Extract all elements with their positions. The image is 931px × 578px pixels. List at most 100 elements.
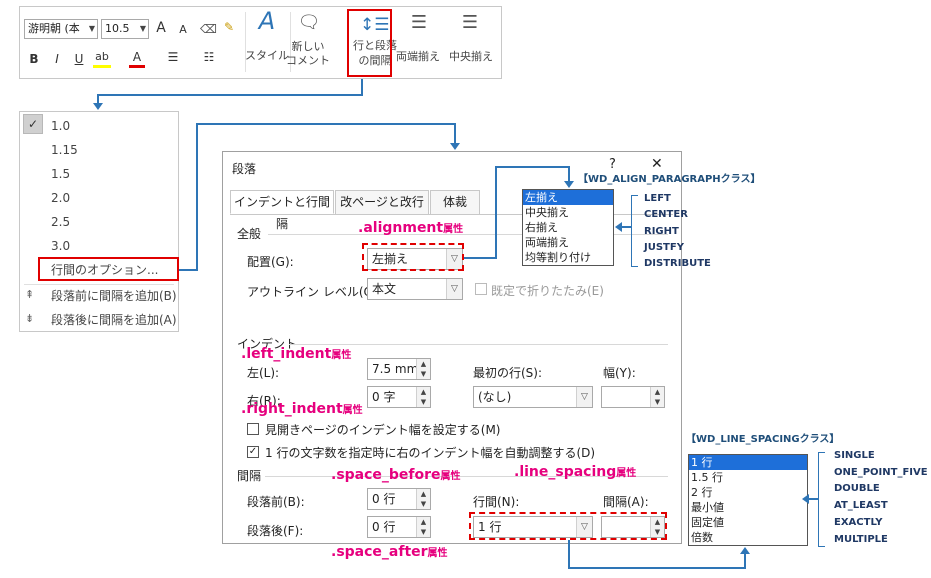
spacing-section-title: 間隔 xyxy=(237,469,262,483)
left-indent-label: 左(L): xyxy=(247,366,280,380)
first-line-label: 最初の行(S): xyxy=(473,366,543,380)
spacing-option-1-5[interactable]: 1.5 行 xyxy=(689,470,807,485)
outline-level-select[interactable]: 本文 ▽ xyxy=(367,278,463,300)
first-line-value: (なし) xyxy=(478,390,512,404)
space-before-value: 0 行 xyxy=(372,492,396,506)
spinner[interactable]: ▲ ▼ xyxy=(416,489,430,509)
at-label: 間隔(A): xyxy=(603,495,649,509)
align-enum-title: 【WD_ALIGN_PARAGRAPHクラス】 xyxy=(578,174,761,185)
bullet-list-icon[interactable]: ☰ xyxy=(164,49,182,65)
format-painter-icon[interactable]: ✎ xyxy=(221,19,237,35)
collapse-label: 既定で折りたたみ(E) xyxy=(491,284,604,298)
enum-double: DOUBLE xyxy=(834,483,880,494)
spinner[interactable]: ▲ ▼ xyxy=(416,517,430,537)
enum-left: LEFT xyxy=(644,193,671,204)
connector-line xyxy=(495,166,497,259)
menu-item-1-5[interactable]: 1.5 xyxy=(20,162,178,186)
enum-one-point-five: ONE_POINT_FIVE xyxy=(834,467,928,478)
justify-icon[interactable]: ☰ xyxy=(405,14,433,32)
first-line-width-input[interactable]: ▲ ▼ xyxy=(601,386,665,408)
collapse-checkbox[interactable] xyxy=(475,283,487,295)
new-comment-label: 新しい コメント xyxy=(286,40,330,67)
dialog-title: 段落 xyxy=(232,162,257,176)
right-indent-value: 0 字 xyxy=(372,390,396,404)
grow-font-button[interactable]: A xyxy=(154,20,168,36)
styles-label: スタイル xyxy=(245,49,289,62)
menu-item-1-0[interactable]: 1.0 xyxy=(20,114,178,138)
alignment-list: 左揃え 中央揃え 右揃え 両端揃え 均等割り付け xyxy=(522,189,614,266)
enum-at-least: AT_LEAST xyxy=(834,500,888,511)
options-highlight xyxy=(38,257,179,281)
space-after-value: 0 行 xyxy=(372,520,396,534)
enum-center: CENTER xyxy=(644,209,688,220)
spacing-option-multiple[interactable]: 倍数 xyxy=(689,530,807,545)
spacing-enum-title: 【WD_LINE_SPACINGクラス】 xyxy=(686,434,840,445)
align-option-center[interactable]: 中央揃え xyxy=(523,205,613,220)
spacing-option-at-least[interactable]: 最小値 xyxy=(689,500,807,515)
enum-right: RIGHT xyxy=(644,226,679,237)
center-align-icon[interactable]: ☰ xyxy=(456,14,484,32)
general-section-title: 全般 xyxy=(237,227,262,241)
connector-line xyxy=(744,553,746,569)
align-option-justify[interactable]: 両端揃え xyxy=(523,235,613,250)
menu-item-2-5[interactable]: 2.5 xyxy=(20,210,178,234)
styles-icon[interactable]: A xyxy=(250,9,284,33)
line-spacing-list: 1 行 1.5 行 2 行 最小値 固定値 倍数 xyxy=(688,454,808,546)
enum-exactly: EXACTLY xyxy=(834,517,883,528)
align-option-right[interactable]: 右揃え xyxy=(523,220,613,235)
menu-item-1-15[interactable]: 1.15 xyxy=(20,138,178,162)
font-size-combo[interactable]: 10.5 ▼ xyxy=(101,19,149,39)
mirror-indent-checkbox[interactable] xyxy=(247,423,259,435)
auto-adjust-checkbox[interactable]: ✓ xyxy=(247,446,259,458)
left-indent-input[interactable]: 7.5 mm ▲ ▼ xyxy=(367,358,431,380)
font-color-icon[interactable]: A xyxy=(129,49,145,68)
spacing-option-double[interactable]: 2 行 xyxy=(689,485,807,500)
arrow-down-icon xyxy=(450,143,460,150)
menu-item-2-0[interactable]: 2.0 xyxy=(20,186,178,210)
connector-line xyxy=(808,498,818,500)
mirror-indent-label: 見開きページのインデント幅を設定する(M) xyxy=(265,423,501,437)
arrow-down-icon xyxy=(564,181,574,188)
spinner[interactable]: ▲ ▼ xyxy=(650,387,664,407)
menu-item-add-after[interactable]: 段落後に間隔を追加(A) xyxy=(20,308,178,332)
tab-page-break[interactable]: 改ページと改行 xyxy=(335,190,429,214)
spinner[interactable]: ▲ ▼ xyxy=(416,387,430,407)
font-name-value: 游明朝 (本 xyxy=(28,22,80,35)
align-option-distribute[interactable]: 均等割り付け xyxy=(523,250,613,265)
space-after-label: 段落後(F): xyxy=(247,524,304,538)
right-indent-input[interactable]: 0 字 ▲ ▼ xyxy=(367,386,431,408)
tab-indent-spacing[interactable]: インデントと行間隔 xyxy=(230,190,334,231)
font-name-combo[interactable]: 游明朝 (本 ▼ xyxy=(24,19,98,39)
numbered-list-icon[interactable]: ☷ xyxy=(200,49,218,65)
align-option-left[interactable]: 左揃え xyxy=(523,190,613,205)
bold-button[interactable]: B xyxy=(27,51,41,67)
new-comment-icon[interactable]: 🗨 xyxy=(296,14,322,32)
spacing-option-single[interactable]: 1 行 xyxy=(689,455,807,470)
italic-button[interactable]: I xyxy=(50,51,64,67)
connector-line xyxy=(196,123,456,125)
space-before-input[interactable]: 0 行 ▲ ▼ xyxy=(367,488,431,510)
left-indent-value: 7.5 mm xyxy=(372,362,419,376)
outline-level-label: アウトライン レベル(O): xyxy=(247,285,382,299)
enum-justify: JUSTFY xyxy=(644,242,684,253)
menu-item-add-before[interactable]: 段落前に間隔を追加(B) xyxy=(20,284,178,308)
chevron-down-icon: ▽ xyxy=(446,279,462,299)
tab-typography[interactable]: 体裁 xyxy=(430,190,480,214)
first-line-select[interactable]: (なし) ▽ xyxy=(473,386,593,408)
highlight-icon[interactable]: ab xyxy=(93,49,111,68)
alignment-highlight xyxy=(362,243,464,271)
font-size-value: 10.5 xyxy=(105,22,130,35)
connector-line xyxy=(464,257,496,259)
space-after-input[interactable]: 0 行 ▲ ▼ xyxy=(367,516,431,538)
divider xyxy=(289,344,668,345)
connector-line xyxy=(97,94,363,96)
menu-item-3-0[interactable]: 3.0 xyxy=(20,234,178,258)
spacing-option-exactly[interactable]: 固定値 xyxy=(689,515,807,530)
connector-line xyxy=(196,123,198,271)
outline-value: 本文 xyxy=(372,282,397,296)
spinner[interactable]: ▲ ▼ xyxy=(416,359,430,379)
right-indent-annotation: .right_indent属性 xyxy=(241,401,363,417)
shrink-font-button[interactable]: A xyxy=(177,22,189,38)
underline-button[interactable]: U xyxy=(72,51,86,67)
clear-format-icon[interactable]: ⌫ xyxy=(200,21,217,37)
